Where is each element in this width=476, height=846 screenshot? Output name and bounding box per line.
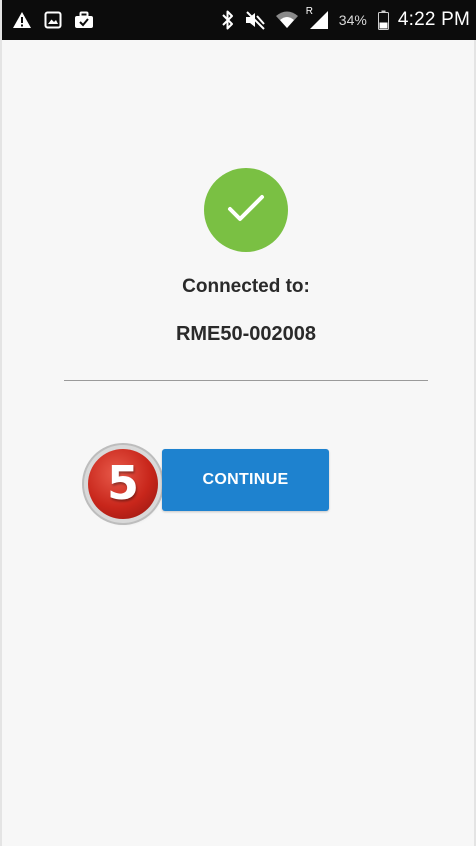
system-icons: R 34% 4:22 PM [221,6,470,31]
device-name: RME50-002008 [175,323,317,345]
continue-button[interactable]: CONTINUE [162,449,329,511]
battery-percent: 34% [338,12,367,28]
divider [64,380,428,381]
roaming-badge: R [305,6,314,17]
notification-icons [12,11,94,29]
battery-icon [377,10,389,30]
signal-icon: R [306,6,330,30]
app-screen: R 34% 4:22 PM Connected to: RME50-002008… [0,0,476,846]
wifi-icon [275,10,299,30]
step-number: 5 [106,456,139,510]
connected-label: Connected to: [182,276,310,297]
muted-icon [244,10,266,30]
image-icon [44,11,62,29]
check-icon [224,190,268,231]
connected-status-badge [204,168,288,252]
status-bar: R 34% 4:22 PM [2,0,476,40]
clock: 4:22 PM [397,9,470,30]
step-number-badge: 5 [88,449,158,519]
warning-icon [12,11,32,29]
briefcase-icon [74,11,94,29]
bluetooth-icon [221,10,235,30]
